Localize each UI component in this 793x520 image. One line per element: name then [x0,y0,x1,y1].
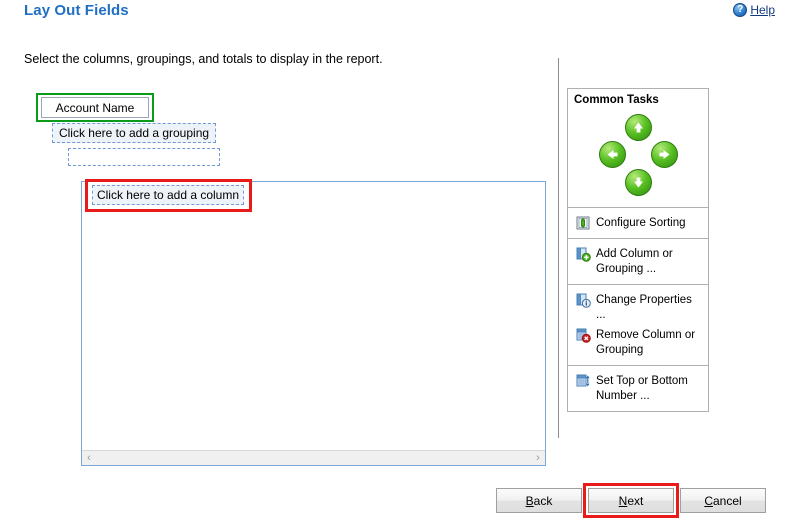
configure-sorting-icon [575,215,591,231]
scroll-right-icon[interactable]: › [531,452,545,464]
canvas-horizontal-scrollbar[interactable]: ‹ › [82,450,545,465]
report-design-canvas[interactable] [81,181,546,466]
add-grouping-placeholder[interactable]: Click here to add a grouping [52,123,216,143]
add-column-placeholder[interactable]: Click here to add a column [92,185,244,205]
scroll-left-icon[interactable]: ‹ [82,452,96,464]
task-configure-sorting[interactable]: Configure Sorting [568,213,708,233]
task-group-sorting: Configure Sorting [567,208,709,239]
task-add-column-or-grouping[interactable]: Add Column or Grouping ... [568,244,708,279]
common-tasks-nav-group: Common Tasks [567,88,709,208]
dialog-footer: Back Next Cancel [0,483,793,520]
task-set-top-or-bottom-number[interactable]: Set Top or Bottom Number ... [568,371,708,406]
task-label: Change Properties ... [596,294,692,321]
instruction-text: Select the columns, groupings, and total… [24,52,383,66]
common-tasks-panel: Common Tasks Configure Sorting Add Colum… [567,88,709,412]
back-button-label: ack [533,493,553,508]
common-tasks-heading: Common Tasks [574,94,659,106]
cancel-button-accel: C [704,493,713,508]
help-label-rest: elp [758,3,775,17]
cancel-button-label: ancel [712,493,742,508]
arrow-up-icon[interactable] [625,114,652,141]
add-column-icon [575,246,591,262]
help-link[interactable]: ? Help [733,3,775,17]
help-link-label: Help [750,3,775,17]
task-group-add: Add Column or Grouping ... [567,239,709,285]
set-top-bottom-icon [575,373,591,389]
task-group-modify: Change Properties ... Remove Column or G… [567,285,709,366]
field-account-name[interactable]: Account Name [41,97,149,118]
back-button[interactable]: Back [496,488,582,513]
task-label: Remove Column or Grouping [596,329,696,356]
next-button-label: ext [627,493,644,508]
page-title: Lay Out Fields [24,2,129,19]
empty-grouping-placeholder[interactable] [68,148,220,166]
task-label: Add Column or Grouping ... [596,248,673,275]
arrow-right-icon[interactable] [651,141,678,168]
next-button[interactable]: Next [588,488,674,513]
help-question-circle-icon: ? [733,3,748,17]
task-remove-column-or-grouping[interactable]: Remove Column or Grouping [568,325,708,360]
task-label: Set Top or Bottom Number ... [596,375,688,402]
arrow-left-icon[interactable] [599,141,626,168]
pane-divider [558,58,559,438]
change-properties-icon [575,292,591,308]
task-change-properties[interactable]: Change Properties ... [568,290,708,325]
field-layout-area: ‹ › Account Name Click here to add a gro… [0,90,560,480]
arrow-down-icon[interactable] [625,169,652,196]
back-button-accel: B [525,493,534,508]
remove-column-icon [575,327,591,343]
cancel-button[interactable]: Cancel [680,488,766,513]
task-label: Configure Sorting [596,217,686,229]
next-button-accel: N [618,493,628,508]
task-group-top-bottom: Set Top or Bottom Number ... [567,366,709,412]
